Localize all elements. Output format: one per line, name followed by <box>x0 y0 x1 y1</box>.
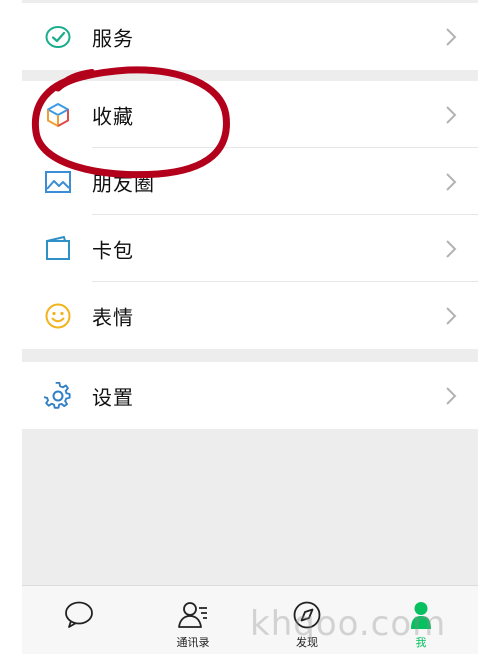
person-icon <box>405 600 437 630</box>
wallet-icon <box>44 235 72 263</box>
photo-icon <box>44 168 72 196</box>
menu-item-label: 收藏 <box>92 104 134 128</box>
compass-icon <box>291 600 323 630</box>
settings-panel: 服务 收藏 朋友圈 卡包 表情 设置 <box>22 0 478 585</box>
chevron-right-icon <box>444 238 458 260</box>
chevron-right-icon <box>444 104 458 126</box>
chat-bubble-icon <box>63 600 95 630</box>
services-check-icon <box>44 23 72 51</box>
menu-item-cards[interactable]: 卡包 <box>22 215 478 282</box>
menu-item-label: 设置 <box>92 385 134 409</box>
chevron-right-icon <box>444 26 458 48</box>
chevron-right-icon <box>444 385 458 407</box>
tab-label: 发现 <box>296 636 318 649</box>
menu-item-label: 表情 <box>92 305 134 329</box>
services-group: 服务 <box>22 3 478 70</box>
contacts-icon <box>177 600 209 630</box>
gear-icon <box>44 381 72 410</box>
smiley-icon <box>44 302 72 330</box>
menu-item-services[interactable]: 服务 <box>22 3 478 70</box>
chevron-right-icon <box>444 171 458 193</box>
tab-discover[interactable]: 发现 <box>250 586 364 654</box>
cube-icon <box>44 101 72 129</box>
chevron-right-icon <box>444 305 458 327</box>
tab-contacts[interactable]: 通讯录 <box>136 586 250 654</box>
menu-item-stickers[interactable]: 表情 <box>22 282 478 349</box>
tab-chats[interactable] <box>22 586 136 654</box>
tab-bar: 通讯录 发现 我 <box>22 585 478 654</box>
settings-group: 设置 <box>22 362 478 429</box>
menu-item-label: 卡包 <box>92 238 134 262</box>
menu-item-moments[interactable]: 朋友圈 <box>22 148 478 215</box>
tab-label: 通讯录 <box>176 636 210 649</box>
menu-item-settings[interactable]: 设置 <box>22 362 478 429</box>
menu-item-label: 服务 <box>92 26 134 50</box>
menu-item-favorites[interactable]: 收藏 <box>22 81 478 148</box>
menu-item-label: 朋友圈 <box>92 171 155 195</box>
tab-me[interactable]: 我 <box>364 586 478 654</box>
features-group: 收藏 朋友圈 卡包 表情 <box>22 81 478 349</box>
tab-label: 我 <box>415 636 427 649</box>
